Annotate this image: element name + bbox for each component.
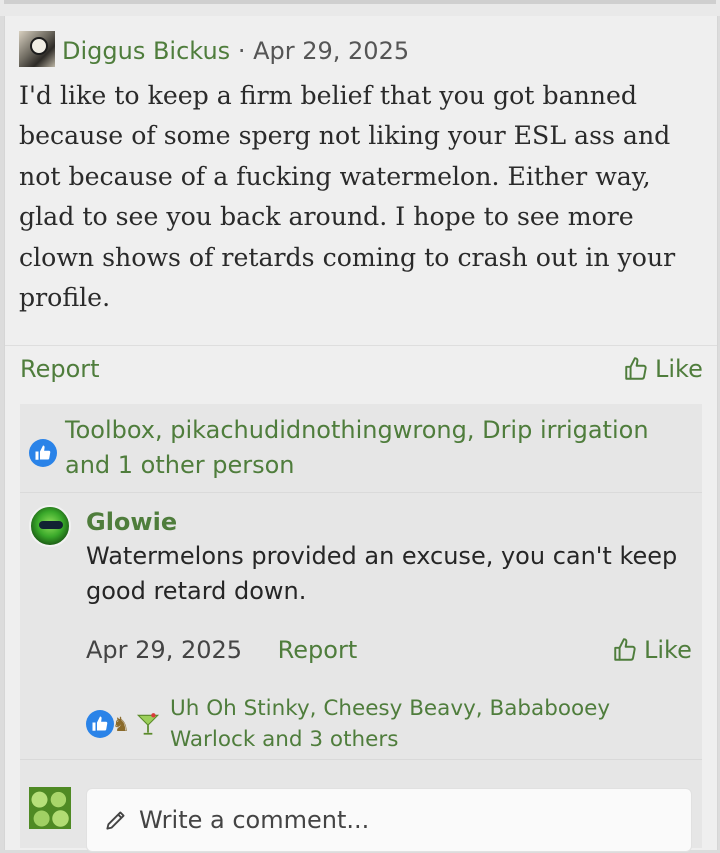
comment-like-button[interactable]: Like	[612, 633, 692, 667]
top-divider	[4, 0, 716, 4]
comment-avatar[interactable]	[29, 505, 71, 547]
pencil-icon	[106, 811, 125, 830]
write-comment-input[interactable]: Write a comment...	[86, 788, 692, 852]
post-reactions-list[interactable]: Toolbox, pikachudidnothingwrong, Drip ir…	[65, 413, 700, 483]
cocktail-reaction-icon	[136, 713, 160, 735]
avatar-glasses	[39, 521, 63, 529]
like-button[interactable]: Like	[623, 352, 703, 386]
profile-post: Diggus Bickus · Apr 29, 2025 I'd like to…	[4, 16, 718, 852]
avatar-face	[30, 37, 48, 55]
comment-placeholder: Write a comment...	[139, 806, 370, 834]
comment-report-link[interactable]: Report	[278, 636, 358, 664]
comment-reaction-icons[interactable]: ♞	[86, 709, 161, 739]
actions-divider	[5, 345, 717, 346]
thumbs-up-icon	[625, 357, 647, 380]
post-header: Diggus Bickus · Apr 29, 2025	[62, 34, 409, 68]
comment-date[interactable]: Apr 29, 2025	[86, 636, 242, 664]
thumbs-up-icon	[614, 638, 636, 661]
comment-like-label: Like	[644, 636, 692, 664]
comment-composer: Write a comment...	[20, 760, 702, 852]
post-author-link[interactable]: Diggus Bickus	[62, 37, 230, 65]
post-body: I'd like to keep a firm belief that you …	[19, 81, 676, 313]
comment-text: Watermelons provided an excuse, you can'…	[86, 542, 678, 605]
comment-reactions-list[interactable]: Uh Oh Stinky, Cheesy Beavy, Bababooey Wa…	[170, 693, 690, 755]
header-separator: ·	[237, 37, 246, 65]
comment-meta: Apr 29, 2025 Report	[86, 633, 357, 667]
comment-item: Glowie Watermelons provided an excuse, y…	[20, 493, 702, 760]
author-avatar[interactable]	[19, 31, 55, 67]
top-scroll-edge	[0, 0, 720, 16]
post-date[interactable]: Apr 29, 2025	[253, 37, 409, 65]
comments-section: Toolbox, pikachudidnothingwrong, Drip ir…	[20, 404, 702, 852]
thumbs-up-reaction-icon	[86, 710, 114, 738]
mascot-reaction-icon: ♞	[112, 712, 130, 736]
current-user-avatar[interactable]	[29, 787, 71, 829]
comment-author-link[interactable]: Glowie	[86, 505, 177, 539]
post-reactions-bar[interactable]: Toolbox, pikachudidnothingwrong, Drip ir…	[20, 404, 702, 493]
thumbs-up-reaction-icon	[29, 439, 57, 467]
like-label: Like	[655, 355, 703, 383]
report-link[interactable]: Report	[20, 352, 100, 386]
